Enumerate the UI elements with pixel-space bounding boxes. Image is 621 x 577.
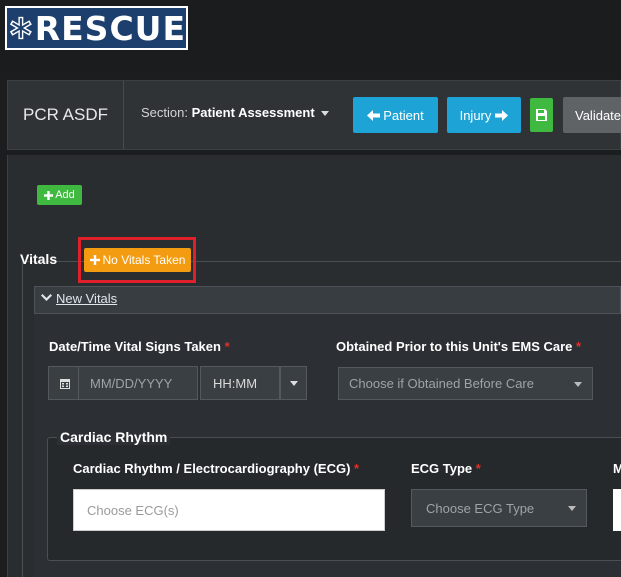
save-button[interactable]	[530, 98, 553, 132]
caret-down-icon	[289, 380, 298, 386]
required-mark: *	[576, 339, 582, 354]
calendar-button[interactable]	[48, 366, 82, 400]
new-vitals-toggle[interactable]: New Vitals	[41, 291, 117, 306]
injury-button-label: Injury	[459, 107, 492, 123]
save-icon	[536, 109, 547, 121]
arrow-left-icon	[367, 109, 381, 121]
date-placeholder: MM/DD/YYYY	[90, 375, 173, 391]
section-value: Patient Assessment	[191, 105, 315, 120]
rescue-logo[interactable]: RESCUE	[5, 6, 188, 50]
chevron-down-icon	[41, 293, 52, 305]
obtained-prior-select[interactable]: Choose if Obtained Before Care	[338, 367, 593, 400]
obtained-label-text: Obtained Prior to this Unit's EMS Care	[336, 339, 573, 354]
section-prefix: Section:	[141, 105, 192, 120]
validate-button-label: Validate	[575, 107, 621, 123]
patient-button-label: Patient	[383, 107, 424, 123]
ecg-label: Cardiac Rhythm / Electrocardiography (EC…	[73, 461, 359, 476]
time-input[interactable]: HH:MM	[200, 366, 280, 400]
calendar-icon	[60, 378, 70, 389]
cardiac-rhythm-heading: Cardiac Rhythm	[57, 429, 171, 445]
ecg-select-input[interactable]: Choose ECG(s)	[73, 489, 385, 531]
cut-off-label: M	[613, 461, 621, 476]
plus-icon	[44, 190, 54, 200]
validate-button[interactable]: Validate	[563, 97, 621, 133]
plus-icon	[89, 255, 100, 265]
ecg-type-label-text: ECG Type	[411, 461, 473, 476]
datetime-label-text: Date/Time Vital Signs Taken	[49, 339, 221, 354]
obtained-label: Obtained Prior to this Unit's EMS Care *	[336, 339, 581, 354]
section-dropdown[interactable]: Section: Patient Assessment	[141, 105, 329, 120]
ecg-label-text: Cardiac Rhythm / Electrocardiography (EC…	[73, 461, 351, 476]
app-header: RESCUE	[0, 0, 621, 73]
caret-down-icon	[568, 506, 576, 511]
caret-down-icon	[320, 111, 329, 117]
pcr-toolbar: PCR ASDF Section: Patient Assessment Pat…	[7, 80, 621, 150]
date-input[interactable]: MM/DD/YYYY	[78, 366, 198, 400]
logo-text: RESCUE	[34, 8, 186, 48]
new-vitals-link-label: New Vitals	[56, 291, 118, 306]
required-mark: *	[354, 461, 360, 476]
required-mark: *	[224, 339, 230, 354]
star-of-life-icon	[9, 16, 32, 40]
time-dropdown-button[interactable]	[280, 366, 307, 400]
time-value: HH:MM	[213, 375, 258, 391]
caret-down-icon	[574, 382, 582, 387]
no-vitals-taken-button[interactable]: No Vitals Taken	[84, 248, 191, 272]
add-button-label: Add	[55, 189, 75, 201]
add-button[interactable]: Add	[37, 185, 82, 205]
ecg-type-select[interactable]: Choose ECG Type	[411, 489, 587, 527]
arrow-right-icon	[495, 109, 509, 121]
previous-patient-button[interactable]: Patient	[353, 97, 438, 133]
pcr-title: PCR ASDF	[8, 81, 124, 149]
vitals-heading: Vitals	[20, 251, 58, 267]
new-vitals-header: New Vitals	[34, 286, 621, 314]
next-injury-button[interactable]: Injury	[447, 97, 521, 133]
ecg-type-placeholder: Choose ECG Type	[426, 500, 535, 516]
cut-off-input[interactable]	[613, 489, 621, 531]
no-vitals-button-label: No Vitals Taken	[102, 253, 186, 267]
required-mark: *	[475, 461, 481, 476]
ecg-placeholder: Choose ECG(s)	[87, 502, 179, 518]
obtained-placeholder: Choose if Obtained Before Care	[349, 376, 534, 391]
datetime-label: Date/Time Vital Signs Taken *	[49, 339, 230, 354]
ecg-type-label: ECG Type *	[411, 461, 481, 476]
